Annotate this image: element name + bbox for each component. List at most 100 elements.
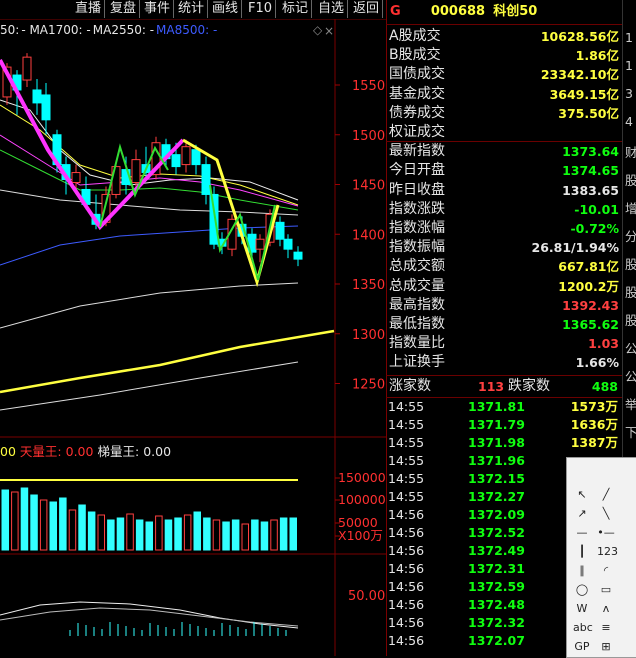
edge-char: 举 bbox=[625, 397, 636, 412]
volume-legend: 00 天量王: 0.00 梯量王: 0.00 bbox=[0, 441, 175, 460]
wave-icon[interactable]: W bbox=[573, 600, 591, 618]
close-icon[interactable]: × bbox=[324, 24, 334, 38]
price-tick-label: 1500 bbox=[352, 129, 385, 144]
ma-legend-item-3: MA8500: - bbox=[156, 23, 218, 37]
gann-icon[interactable]: ⊞ bbox=[597, 638, 615, 656]
tick-price: 1372.31 bbox=[468, 561, 525, 576]
volume-legend-item-0: 00 bbox=[0, 444, 16, 459]
volume-bar bbox=[251, 519, 259, 551]
line-icon[interactable]: ╱ bbox=[597, 486, 615, 504]
stat-value: -10.01 bbox=[574, 201, 619, 217]
volume-bar bbox=[145, 521, 153, 551]
price-tick-label: 1300 bbox=[352, 328, 385, 343]
123-icon[interactable]: 123 bbox=[597, 543, 618, 561]
chart-area[interactable]: ◇ × 1550 1500 1450 1400 1350 1300 1250 150000 1000… bbox=[0, 0, 386, 656]
up-count: 113 bbox=[478, 379, 505, 394]
stat-value: 1373.64 bbox=[562, 144, 619, 160]
edge-char: 股 bbox=[625, 285, 636, 300]
candle-body bbox=[209, 193, 219, 245]
toolbar-item-4[interactable]: 画线 bbox=[209, 0, 243, 18]
abc-icon[interactable]: abc bbox=[573, 619, 593, 637]
ma-line-6 bbox=[0, 282, 299, 329]
tick-price: 1371.79 bbox=[468, 417, 525, 432]
edge-char: 分 bbox=[625, 229, 636, 244]
toolbar-item-7[interactable]: 自选 bbox=[315, 0, 349, 18]
toolbar-item-2[interactable]: 事件 bbox=[141, 0, 175, 18]
volume-bar bbox=[39, 499, 48, 551]
stat-row: 总成交额 667.81亿 bbox=[386, 257, 622, 276]
toolbar-item-1[interactable]: 复盘 bbox=[107, 0, 141, 18]
stat-row: 权证成交 bbox=[386, 123, 622, 142]
tick-price: 1371.96 bbox=[468, 453, 525, 468]
volume-bar bbox=[107, 519, 115, 551]
gp-icon[interactable]: GP bbox=[573, 638, 591, 656]
parallel-icon[interactable]: ∥ bbox=[573, 562, 591, 580]
candle-body bbox=[171, 154, 181, 168]
stat-value: 26.81/1.94% bbox=[531, 240, 619, 256]
toolbar-item-5[interactable]: F10 bbox=[245, 0, 277, 18]
stat-value: 1.86亿 bbox=[575, 48, 619, 64]
volume-bar bbox=[116, 517, 125, 551]
volume-bar bbox=[68, 509, 77, 551]
stat-row: 上证换手 1.66% bbox=[386, 353, 622, 372]
quote-header: G 000688 科创50 bbox=[386, 0, 622, 25]
volume-legend-item-2: 0.00 bbox=[65, 444, 94, 459]
ma-line-8 bbox=[0, 361, 299, 411]
tick-time: 14:56 bbox=[388, 525, 425, 540]
stat-row: 指数量比 1.03 bbox=[386, 334, 622, 353]
volume-bar bbox=[260, 521, 269, 551]
price-tick-label: 1450 bbox=[352, 179, 385, 194]
tick-price: 1372.48 bbox=[468, 597, 525, 612]
arc-icon[interactable]: ◜ bbox=[597, 562, 615, 580]
fib-icon[interactable]: ≡ bbox=[597, 619, 615, 637]
edge-char: 公 bbox=[625, 341, 636, 356]
stat-value: 1392.43 bbox=[562, 297, 619, 313]
volume-bar bbox=[203, 517, 211, 551]
segment-icon[interactable]: ╲ bbox=[597, 505, 615, 523]
down-label: 跌家数 bbox=[508, 378, 550, 394]
toolbar-item-0[interactable]: 直播 bbox=[72, 0, 106, 18]
collapse-icon[interactable]: ◇ bbox=[313, 23, 323, 37]
peak-icon[interactable]: ʌ bbox=[597, 600, 615, 618]
tick-price: 1372.32 bbox=[468, 615, 525, 630]
ma-line-7 bbox=[0, 329, 335, 394]
toolbar-item-3[interactable]: 统计 bbox=[175, 0, 209, 18]
stat-label: 债券成交 bbox=[389, 104, 445, 121]
stat-row: 指数涨幅 -0.72% bbox=[386, 219, 622, 238]
stat-value: 1200.2万 bbox=[558, 278, 619, 294]
edge-char: 1 bbox=[625, 30, 633, 45]
rect-icon[interactable]: ▭ bbox=[597, 581, 615, 599]
stat-value: 1.03 bbox=[588, 336, 619, 352]
candle-body bbox=[181, 146, 191, 166]
h-line-icon[interactable]: — bbox=[573, 524, 591, 542]
drawing-tools-panel[interactable]: ↖ ╱ ↗ ╲ — •— ┃ 123 ∥ ◜ ◯ ▭ Wʌ abc ≡ GP ⊞ bbox=[566, 457, 636, 658]
volume-bar bbox=[279, 517, 288, 551]
volume-bar bbox=[155, 515, 163, 551]
volume-bar bbox=[231, 519, 240, 551]
volume-bar bbox=[289, 517, 297, 551]
stat-value: 3649.15亿 bbox=[549, 86, 619, 102]
stat-row: 总成交量 1200.2万 bbox=[386, 277, 622, 296]
v-line-icon[interactable]: ┃ bbox=[573, 543, 591, 561]
stat-label: 今日开盘 bbox=[389, 162, 445, 179]
stat-row: 基金成交 3649.15亿 bbox=[386, 85, 622, 104]
ma-legend-item-1: - MA1700: - bbox=[21, 23, 91, 37]
tick-price: 1372.59 bbox=[468, 579, 525, 594]
ray-icon[interactable]: ↗ bbox=[573, 505, 591, 523]
arrow-icon[interactable]: ↖ bbox=[573, 486, 591, 504]
ellipse-icon[interactable]: ◯ bbox=[573, 581, 591, 599]
price-tick-label: 1550 bbox=[352, 79, 385, 94]
price-chart-svg[interactable]: ◇ × 1550 1500 1450 1400 1350 1300 1250 150000 1000… bbox=[0, 0, 386, 656]
toolbar-item-6[interactable]: 标记 bbox=[279, 0, 313, 18]
down-count: 488 bbox=[591, 379, 618, 394]
tick-price: 1372.49 bbox=[468, 543, 525, 558]
volume-axis-label: 150000 bbox=[338, 470, 386, 485]
stat-value: 1365.62 bbox=[562, 317, 619, 332]
candle-body bbox=[283, 238, 293, 250]
candle-body bbox=[22, 56, 32, 81]
toolbar-item-8[interactable]: 返回 bbox=[350, 0, 384, 18]
tick-time: 14:55 bbox=[388, 471, 425, 486]
volume-bar bbox=[59, 497, 67, 551]
dot-line-icon[interactable]: •— bbox=[597, 524, 615, 542]
tick-row: 14:55 1371.81 1573万 bbox=[386, 398, 622, 416]
